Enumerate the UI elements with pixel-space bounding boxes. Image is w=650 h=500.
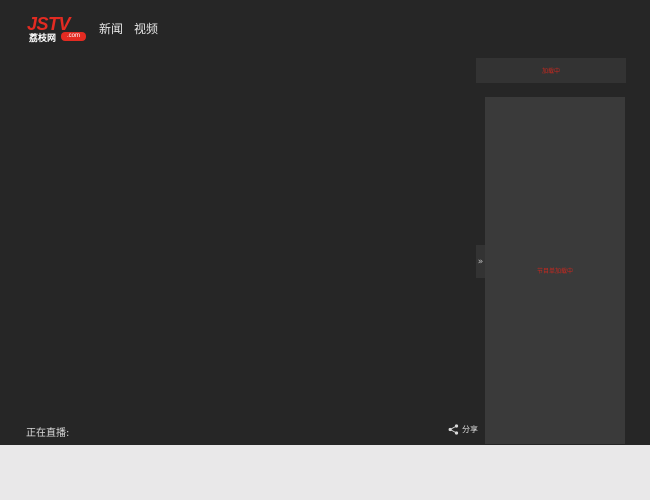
sidebar-top-bar: 加载中 [476, 58, 626, 83]
program-list-loading-text: 节目单加载中 [536, 268, 573, 275]
video-player[interactable] [0, 56, 475, 444]
share-label: 分享 [462, 425, 478, 434]
main-nav: 新闻 视频 [99, 20, 158, 37]
nav-item-news[interactable]: 新闻 [99, 20, 123, 37]
header: JSTV 荔枝网 .com 新闻 视频 [0, 0, 650, 56]
share-icon [448, 424, 459, 435]
share-button[interactable]: 分享 [448, 424, 478, 435]
sidebar-collapse-button[interactable]: » [476, 245, 485, 278]
double-chevron-right-icon: » [477, 256, 484, 267]
page-footer [0, 445, 650, 500]
sidebar-loading-text: 加载中 [541, 68, 560, 75]
logo-domain-badge: .com [61, 32, 86, 41]
nav-item-video[interactable]: 视频 [134, 20, 158, 37]
program-list-panel: 节目单加载中 [485, 97, 625, 444]
jstv-logo[interactable]: JSTV 荔枝网 .com [27, 14, 89, 44]
now-playing-label: 正在直播: [26, 428, 70, 439]
logo-chinese: 荔枝网 [29, 34, 57, 44]
